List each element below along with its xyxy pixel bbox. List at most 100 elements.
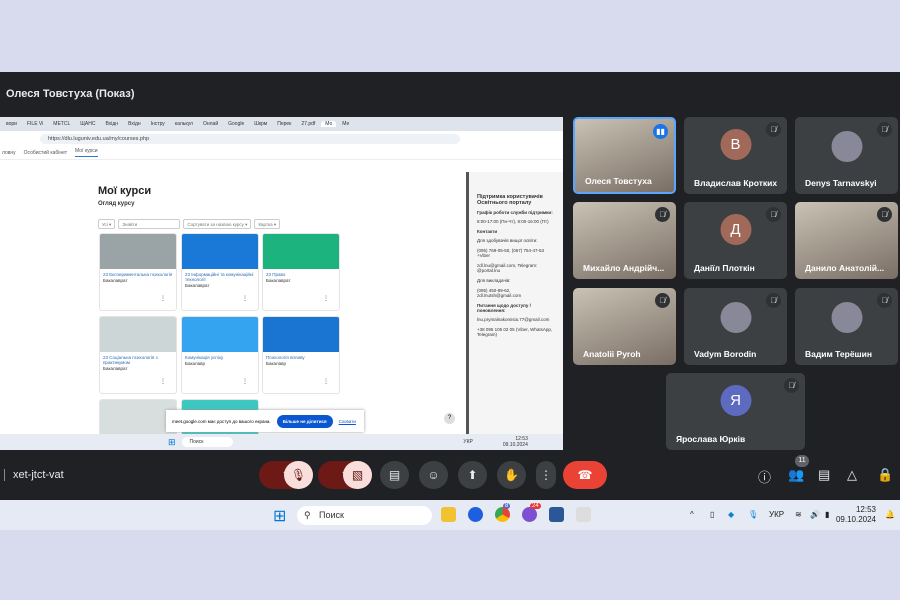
course-name[interactable]: 23 Експериментальна психологія [100, 269, 176, 278]
course-card[interactable]: 23 Експериментальна психологія Бакалаврат… [99, 233, 177, 311]
end-call-button[interactable]: ☎ [563, 461, 607, 489]
participant-tile[interactable]: 🎙̸ Denys Tarnavskyi [795, 117, 898, 194]
word-icon[interactable] [549, 507, 564, 522]
mic-muted-icon: 🎙̸ [766, 122, 781, 137]
course-card[interactable]: 23 Право Бакалаврат ⋮ [262, 233, 340, 311]
participant-tile[interactable]: 🎙̸ Михайло Андрійч... [573, 202, 676, 279]
raise-hand-icon[interactable]: ✋ [497, 461, 526, 489]
volume-icon[interactable]: 🔊 [810, 510, 820, 519]
course-menu-icon[interactable]: ⋮ [242, 378, 248, 385]
taskbar-search[interactable]: ⚲ Поиск [297, 506, 432, 525]
people-icon[interactable]: 👥 [788, 467, 804, 483]
stop-sharing-button[interactable]: Більше не ділитися [276, 414, 333, 428]
browser-tab: Google [228, 121, 245, 127]
mic-muted-icon: 🎙̸ [655, 207, 670, 222]
support-text: (095) 450-89-62, zdl.lnutsh@gmail.com [477, 288, 522, 298]
course-name[interactable]: Психологія впливу [263, 352, 339, 361]
clock[interactable]: 12:53 09.10.2024 [836, 505, 876, 525]
info-icon[interactable]: ⓘ [758, 467, 771, 486]
course-card[interactable]: 23 Інформаційні та комунікаційні техноло… [181, 233, 259, 311]
chat-icon[interactable]: ▤ [818, 467, 830, 483]
host-controls-icon[interactable]: 🔒 [877, 467, 893, 483]
participant-tile[interactable]: 🎙̸ Вадим Терёшин [795, 288, 898, 365]
support-text: 8:00-17:00 (Пн-Чт), 8:00-16:00 (Пт) [477, 219, 549, 224]
support-text: lnu.prymalnakomisia.77@gmail.com [477, 317, 550, 322]
course-name[interactable]: 23 Інформаційні та комунікаційні техноло… [182, 269, 258, 283]
activities-icon[interactable]: △ [847, 467, 857, 483]
mic-muted-icon: 🎙̸ [877, 293, 892, 308]
participant-tile[interactable]: Д 🎙̸ Даніїл Плоткін [684, 202, 787, 279]
emoji-icon[interactable]: ☺ [419, 461, 448, 489]
shared-lang: УКР [463, 439, 473, 445]
filter-all: Усі ▾ [98, 219, 116, 229]
filter-search: Знайти [118, 219, 181, 229]
shared-search: Поиск [181, 437, 234, 447]
mic-muted-icon: 🎙̸ [655, 293, 670, 308]
meet-controls: xet-jtct-vat ⌃ 🎙 ⌃ ▧ ▤ ☺ ⬆ ✋ ⋮ ☎ ⓘ 👥 ▤ △… [0, 460, 900, 490]
nav-home: ловну [2, 149, 16, 156]
windows-start-icon[interactable]: ⊞ [273, 506, 286, 526]
viber-icon[interactable] [522, 507, 537, 522]
course-image [263, 317, 339, 352]
windows-icon: ⊞ [168, 436, 176, 447]
browser-tab: вори [6, 121, 17, 127]
tray-chevron-icon[interactable]: ^ [690, 510, 694, 519]
mic-off-icon[interactable]: 🎙 [284, 461, 313, 489]
present-screen-icon[interactable]: ⬆ [458, 461, 487, 489]
support-text: Для здобувачів вищої освіти: [477, 238, 538, 243]
support-text: +38 095 105 02 05 (Viber, WhatsApp, Tele… [477, 327, 553, 337]
participant-tile[interactable]: Я 🎙̸ Ярослава Юрків [666, 373, 805, 450]
course-card[interactable]: 23 Соціальна психологія з практикумом Бак… [99, 316, 177, 394]
hide-link[interactable]: Сховати [339, 419, 356, 424]
more-options-icon[interactable]: ⋮ [536, 461, 556, 489]
course-menu-icon[interactable]: ⋮ [160, 378, 166, 385]
course-category: Бакалавр [185, 361, 206, 366]
snipping-tool-icon[interactable] [576, 507, 591, 522]
course-card[interactable]: Психологія впливу Бакалавр ⋮ [262, 316, 340, 394]
usb-icon[interactable]: ▯ [710, 510, 714, 519]
browser-tab: Мо [321, 121, 337, 127]
mic-muted-icon: 🎙̸ [877, 122, 892, 137]
participant-tile[interactable]: ▮▮ Олеся Товстуха [573, 117, 676, 194]
battery-icon[interactable]: ▮ [825, 510, 829, 519]
search-label: Поиск [319, 510, 344, 520]
chrome-icon[interactable] [495, 507, 510, 522]
participant-name: Anatolii Pyroh [583, 349, 641, 359]
course-name[interactable]: 23 Право [263, 269, 339, 278]
participant-tile[interactable]: В 🎙̸ Владислав Кротких [684, 117, 787, 194]
course-menu-icon[interactable]: ⋮ [323, 378, 329, 385]
file-explorer-icon[interactable] [441, 507, 456, 522]
course-name[interactable]: Комунікація успіху [182, 352, 258, 361]
notification-bell-icon[interactable]: 🔔 [885, 510, 895, 519]
windows-taskbar: ⊞ ⚲ Поиск 24 8 ^ ▯ ◆ 🎙 УКР ≋ 🔊 ▮ 12:53 09.… [0, 500, 900, 530]
course-category: Бакалаврат [103, 278, 128, 283]
course-menu-icon[interactable]: ⋮ [323, 295, 329, 302]
captions-icon[interactable]: ▤ [380, 461, 409, 489]
support-text: Для викладачів: [477, 278, 511, 283]
wifi-icon[interactable]: ≋ [795, 510, 802, 519]
zoom-icon[interactable] [468, 507, 483, 522]
browser-tab: METCL [53, 121, 71, 127]
course-menu-icon[interactable]: ⋮ [242, 295, 248, 302]
meet-window: Олеся Товстуха (Показ) вори FILE Vi METCL Щ… [0, 72, 900, 500]
camera-off-icon[interactable]: ▧ [343, 461, 372, 489]
mic-tray-icon[interactable]: 🎙 [748, 510, 758, 519]
avatar-photo [720, 302, 751, 333]
participant-name: Владислав Кротких [694, 178, 778, 188]
participant-tile[interactable]: 🎙̸ Anatolii Pyroh [573, 288, 676, 365]
defender-icon[interactable]: ◆ [728, 510, 734, 519]
participant-tile[interactable]: 🎙̸ Vadym Borodin [684, 288, 787, 365]
browser-tab: Вхідн [128, 121, 141, 127]
shared-date: 09.10.2024 [502, 442, 528, 448]
support-label: Графік роботи служби підтримки: [477, 210, 553, 215]
mic-muted-icon: 🎙̸ [784, 378, 799, 393]
participant-name: Михайло Андрійч... [583, 263, 665, 273]
participant-name: Vadym Borodin [694, 349, 757, 359]
chrome-badge: 8 [503, 503, 511, 509]
language-indicator[interactable]: УКР [769, 510, 784, 519]
course-menu-icon[interactable]: ⋮ [160, 295, 166, 302]
course-card[interactable]: Комунікація успіху Бакалавр ⋮ [181, 316, 259, 394]
course-name[interactable]: 23 Соціальна психологія з практикумом [100, 352, 176, 366]
support-text: (095) 769-05-50, (067) 754-47-53 +Viber [477, 248, 545, 258]
participant-tile[interactable]: 🎙̸ Данило Анатолій... [795, 202, 898, 279]
